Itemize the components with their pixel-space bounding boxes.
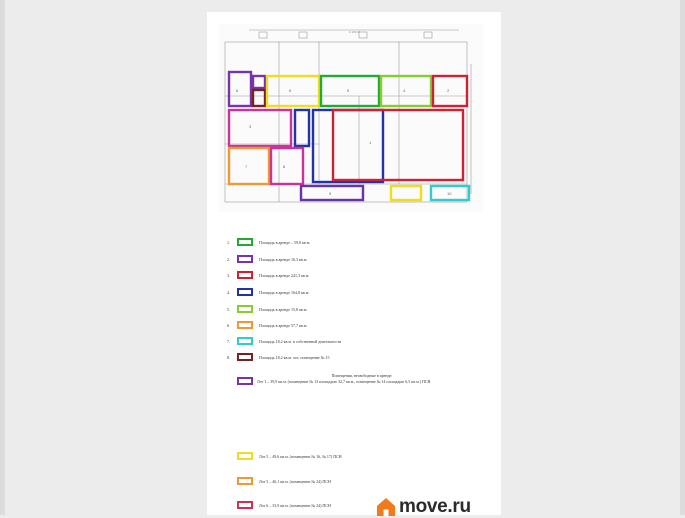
legend-item: 2. Площадь в аренде 16,3 кв.м. [227, 255, 308, 263]
legend-note: Помещения, несвободные в аренде: Лот 1 –… [257, 373, 431, 384]
legend-item: Лот 6 – 33,9 кв.м. (помещение № 24) ПСН [227, 499, 331, 511]
legend-swatch [237, 377, 253, 385]
legend-swatch [237, 238, 253, 246]
legend-item: 6. Площадь в аренде 57,7 кв.м. [227, 321, 308, 329]
svg-text:10: 10 [447, 191, 452, 196]
legend-item: Лот 5 – 49,6 кв.м. (помещение № 16, № 17… [227, 450, 342, 462]
legend-item: 7. Площадь 18,2 кв.м. в собственной деят… [227, 337, 342, 345]
legend-item: 3. Площадь в аренде 241,3 кв.м. [227, 271, 310, 279]
floor-plan-document: 1:100 Ø 655 423 178 9 10 1. Площадь в ар… [207, 12, 501, 515]
legend-item: 4. Площадь в аренде 164,8 кв.м. [227, 288, 310, 296]
legend-swatch [237, 452, 253, 460]
legend-swatch [237, 288, 253, 296]
floor-plan: 1:100 Ø 655 4 23 17 8 9 10 [219, 24, 483, 212]
legend-item: 1. Площадь в аренде – 59,8 кв.м. [227, 238, 311, 246]
legend-swatch [237, 321, 253, 329]
legend-swatch [237, 255, 253, 263]
plan-scale-label: 1:100 Ø [349, 30, 360, 34]
right-gutter [680, 0, 685, 515]
legend-item: 5. Площадь в аренде 15,8 кв.м. [227, 305, 308, 313]
legend-swatch [237, 477, 253, 485]
left-gutter [0, 0, 5, 515]
legend-swatch [237, 271, 253, 279]
legend-item [227, 371, 259, 385]
legend-swatch [237, 337, 253, 345]
legend-item: 8. Площадь 18,2 кв.м. хоз. помещение № 1… [227, 353, 330, 361]
legend-swatch [237, 353, 253, 361]
legend-item: Лот 5 – 46,1 кв.м. (помещение № 24) ПСН [227, 475, 331, 487]
legend-swatch [237, 305, 253, 313]
house-icon [377, 498, 395, 516]
legend-swatch [237, 501, 253, 509]
